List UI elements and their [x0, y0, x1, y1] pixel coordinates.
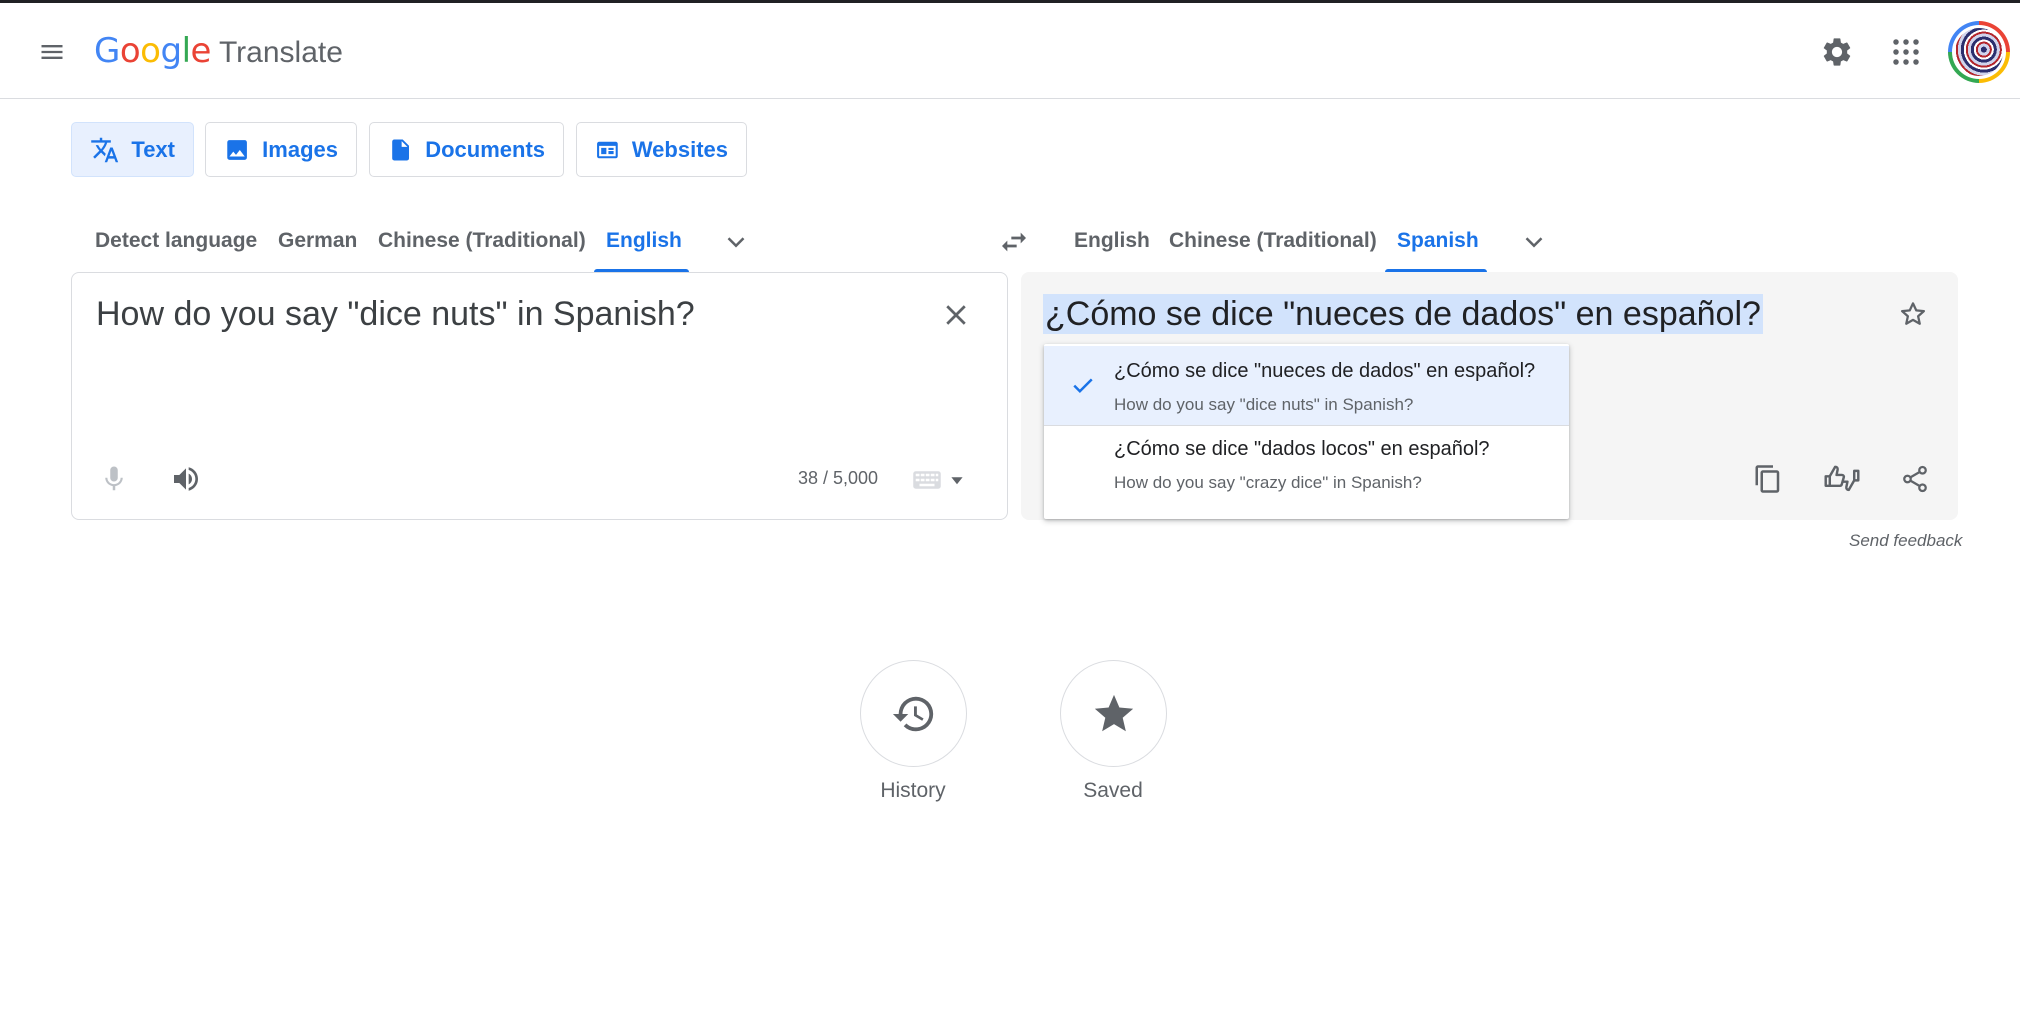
- source-text-input[interactable]: How do you say "dice nuts" in Spanish?: [96, 295, 695, 334]
- tab-images[interactable]: Images: [205, 122, 357, 177]
- alternative-translation-text: ¿Cómo se dice "dados locos" en español?: [1114, 438, 1490, 460]
- star-outline-icon: [1901, 302, 1925, 325]
- source-lang-label: Detect language: [95, 229, 258, 252]
- copy-icon: [1755, 465, 1780, 493]
- image-icon: [227, 139, 247, 160]
- tab-documents-label: Documents: [425, 136, 545, 162]
- logo-letter: o: [119, 31, 141, 71]
- source-lang-german[interactable]: German: [266, 210, 369, 272]
- source-lang-label: English: [606, 229, 682, 252]
- alternative-back-translation: How do you say "crazy dice" in Spanish?: [1114, 473, 1422, 492]
- tab-text-label: Text: [131, 136, 175, 162]
- listen-source-button[interactable]: [166, 459, 206, 499]
- source-lang-detect[interactable]: Detect language: [83, 210, 269, 272]
- alternative-back-translation: How do you say "dice nuts" in Spanish?: [1114, 395, 1414, 414]
- saved-button[interactable]: [1060, 660, 1167, 767]
- tab-text[interactable]: Text: [71, 122, 194, 177]
- target-lang-label: English: [1074, 229, 1150, 252]
- saved-label: Saved: [1083, 779, 1143, 802]
- source-lang-label: German: [278, 229, 358, 252]
- target-lang-more-button[interactable]: [1512, 220, 1556, 264]
- source-lang-more-button[interactable]: [714, 220, 758, 264]
- swap-languages-button[interactable]: [992, 220, 1036, 264]
- keyboard-icon: [913, 471, 941, 489]
- website-icon: [597, 141, 618, 158]
- document-icon: [392, 138, 410, 161]
- rate-translation-button[interactable]: [1821, 458, 1863, 500]
- tab-websites-label: Websites: [631, 136, 728, 162]
- logo-letter: G: [94, 31, 120, 71]
- logo-letter: l: [181, 31, 191, 71]
- target-lang-spanish[interactable]: Spanish: [1385, 210, 1487, 272]
- share-icon: [1903, 465, 1927, 493]
- alternative-translation-text: ¿Cómo se dice "nueces de dados" en españ…: [1114, 360, 1536, 382]
- copy-translation-button[interactable]: [1747, 458, 1789, 500]
- settings-icon: [1823, 38, 1851, 66]
- target-lang-label: Spanish: [1397, 229, 1479, 252]
- logo-letter: e: [190, 31, 212, 71]
- close-icon: [946, 305, 966, 325]
- speaker-icon: [174, 467, 198, 491]
- app-header: G o o g l e Translate: [0, 3, 2020, 99]
- clear-source-button[interactable]: [936, 295, 976, 335]
- chevron-down-icon: [1525, 237, 1543, 248]
- character-count: 38 / 5,000: [798, 468, 879, 488]
- save-translation-button[interactable]: [1893, 294, 1933, 334]
- input-tools-button[interactable]: [912, 463, 978, 497]
- main-menu-button[interactable]: [30, 30, 74, 74]
- google-translate-logo[interactable]: G o o g l e Translate: [94, 31, 343, 75]
- source-lang-english[interactable]: English: [594, 210, 689, 272]
- translation-output[interactable]: ¿Cómo se dice "nueces de dados" en españ…: [1043, 294, 1763, 334]
- tab-documents[interactable]: Documents: [369, 122, 564, 177]
- checkmark-icon: [1073, 378, 1093, 394]
- voice-input-button[interactable]: [94, 459, 134, 499]
- alternative-translation-option[interactable]: ¿Cómo se dice "nueces de dados" en españ…: [1044, 346, 1569, 425]
- settings-button[interactable]: [1815, 30, 1859, 74]
- avatar-image: [1955, 28, 2003, 76]
- star-icon: [1094, 694, 1133, 731]
- tab-websites[interactable]: Websites: [576, 122, 747, 177]
- chevron-down-icon: [727, 237, 745, 248]
- history-icon: [892, 696, 933, 731]
- history-button[interactable]: [860, 660, 967, 767]
- apps-icon: [1893, 39, 1919, 65]
- tab-images-label: Images: [262, 136, 338, 162]
- avatar-frame: [1952, 25, 2006, 79]
- send-feedback-link[interactable]: Send feedback: [1849, 531, 1962, 551]
- swap-icon: [1002, 232, 1026, 252]
- source-text-panel: How do you say "dice nuts" in Spanish? 3…: [71, 272, 1008, 520]
- thumbs-up-down-icon: [1824, 465, 1860, 492]
- caret-down-icon: [951, 477, 963, 485]
- menu-icon: [41, 45, 63, 59]
- target-lang-label: Chinese (Traditional): [1169, 229, 1377, 252]
- target-lang-chinese-traditional[interactable]: Chinese (Traditional): [1157, 210, 1389, 272]
- alternative-translation-option[interactable]: ¿Cómo se dice "dados locos" en español? …: [1044, 426, 1569, 505]
- alternative-translations-menu: ¿Cómo se dice "nueces de dados" en españ…: [1044, 344, 1569, 519]
- target-lang-english[interactable]: English: [1062, 210, 1162, 272]
- logo-letter: o: [140, 31, 161, 71]
- source-lang-chinese-traditional[interactable]: Chinese (Traditional): [366, 210, 598, 272]
- account-avatar[interactable]: [1948, 21, 2010, 83]
- source-lang-label: Chinese (Traditional): [378, 229, 586, 252]
- product-name: Translate: [218, 36, 343, 69]
- history-label: History: [880, 779, 946, 802]
- logo-letter: g: [160, 31, 182, 71]
- microphone-icon: [105, 466, 123, 491]
- translate-icon: [91, 137, 119, 162]
- share-translation-button[interactable]: [1894, 458, 1936, 500]
- google-apps-button[interactable]: [1884, 30, 1928, 74]
